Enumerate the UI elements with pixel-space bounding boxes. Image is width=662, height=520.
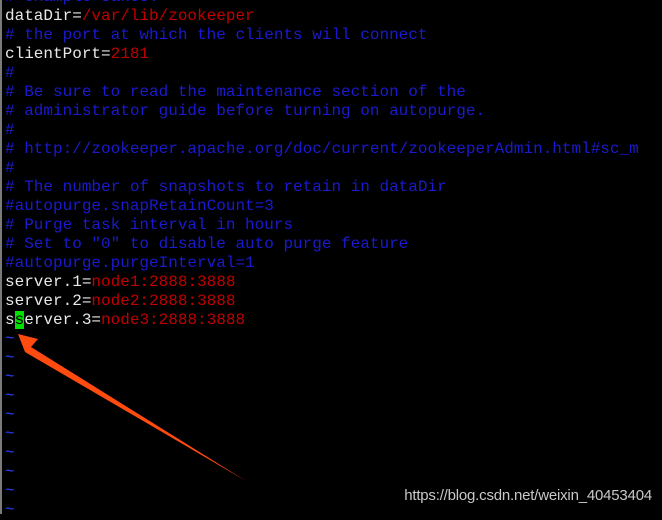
watermark: https://blog.csdn.net/weixin_40453404 bbox=[404, 487, 652, 504]
vim-terminal[interactable]: # example sakes.dataDir=/var/lib/zookeep… bbox=[0, 0, 662, 519]
arrow-icon bbox=[18, 334, 246, 481]
